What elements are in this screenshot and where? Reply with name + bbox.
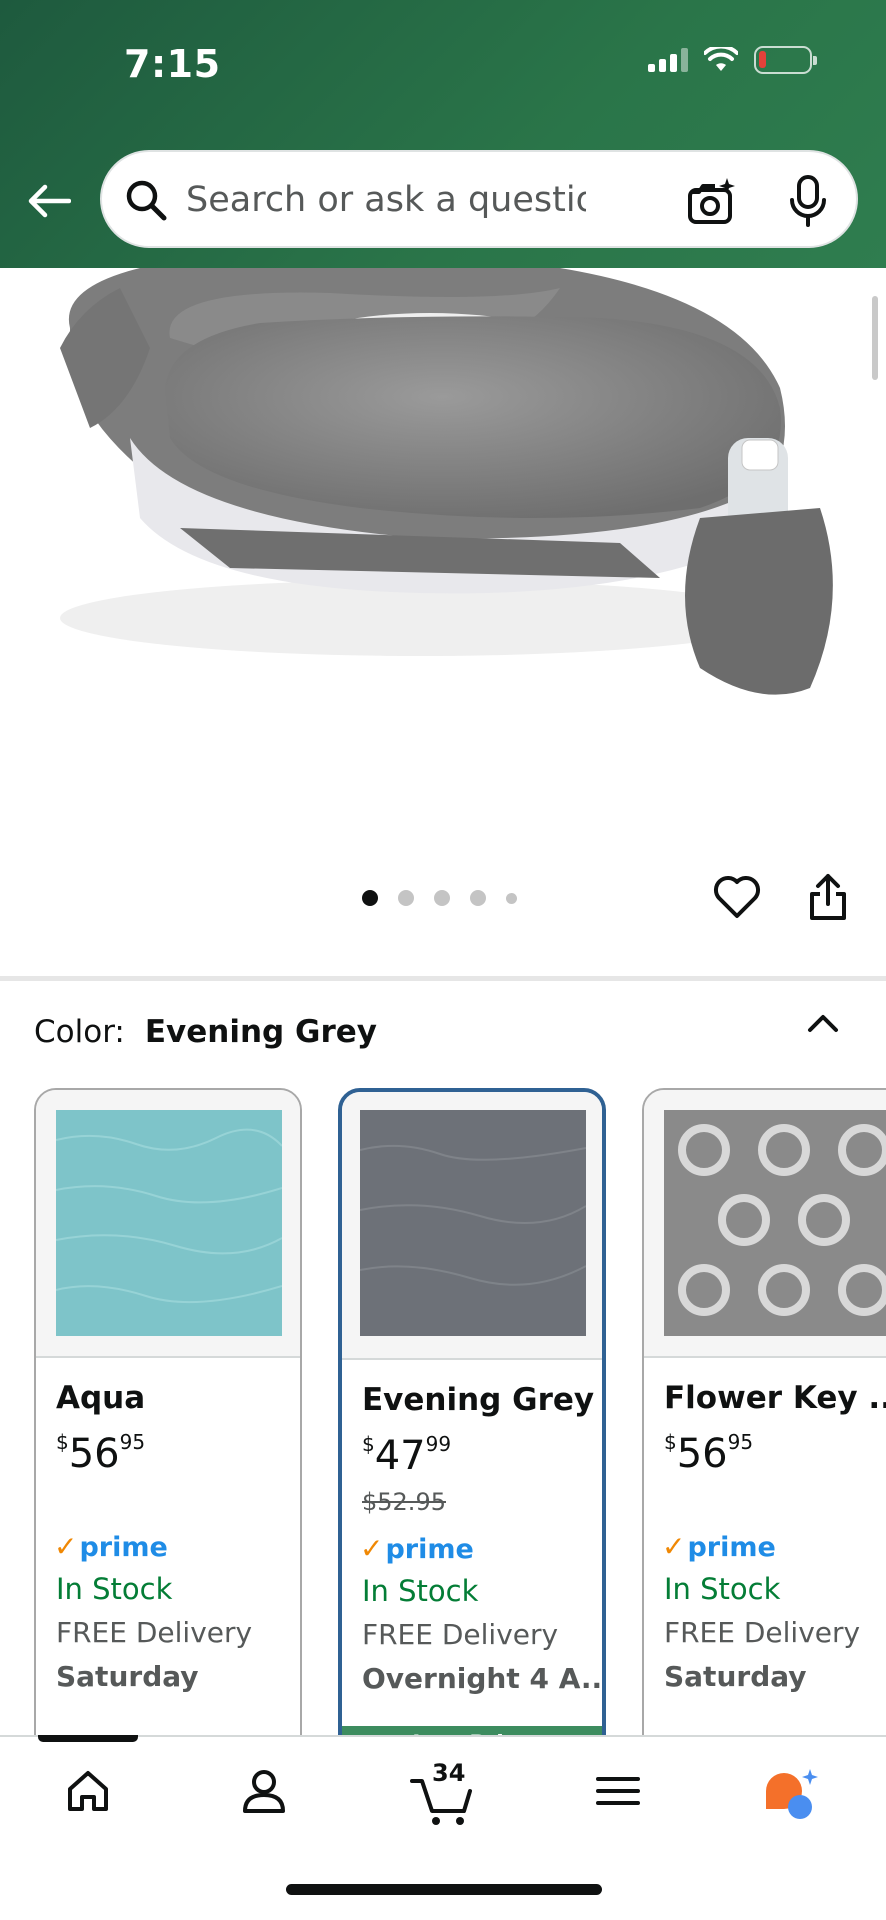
product-image[interactable] [0,268,886,828]
camera-search-icon[interactable] [685,176,737,228]
prime-badge: ✓ prime [54,1530,168,1563]
swatch-card-aqua[interactable]: Aqua $5695 ✓ prime In Stock FREE Delivery… [34,1088,302,1768]
prime-check-icon: ✓ [54,1530,78,1563]
battery-icon [754,46,817,74]
stock-status: In Stock [56,1572,173,1606]
back-button[interactable] [24,176,74,226]
header: 7:15 [0,0,886,268]
image-carousel-dots[interactable] [362,890,517,906]
swatch-image-area [644,1090,886,1358]
stock-status: In Stock [362,1574,479,1608]
chevron-up-icon[interactable] [806,1008,840,1038]
nursing-pillow-image [60,268,833,695]
carousel-dot[interactable] [398,890,414,906]
carousel-dot[interactable] [434,890,450,906]
grey-fabric-swatch [360,1110,586,1336]
search-input[interactable] [186,172,586,228]
scroll-indicator [872,296,878,380]
swatch-name: Aqua [56,1380,146,1416]
wifi-icon [704,47,738,71]
cart-icon[interactable] [410,1777,474,1827]
list-price: $52.95 [362,1488,446,1516]
delivery-text: FREE Delivery [362,1618,559,1651]
prime-badge: ✓ prime [360,1532,474,1565]
swatch-name: Evening Grey [362,1382,595,1418]
selected-color: Evening Grey [144,1014,377,1050]
share-icon[interactable] [806,872,850,922]
swatch-price: $5695 [56,1430,146,1477]
carousel-dot[interactable] [470,890,486,906]
search-bar[interactable] [100,150,858,248]
cellular-signal-icon [648,48,688,72]
flower-key-fabric-swatch [664,1110,886,1336]
home-indicator [286,1884,602,1895]
section-divider [0,976,886,981]
swatch-image-area [36,1090,300,1358]
swatch-price: $4799 [362,1432,452,1479]
delivery-day: Saturday [664,1660,807,1693]
swatch-name: Flower Key ... [664,1380,886,1416]
menu-icon[interactable] [596,1767,640,1815]
microphone-icon[interactable] [788,174,828,228]
delivery-text: FREE Delivery [664,1616,861,1649]
search-icon [126,180,167,221]
aqua-fabric-swatch [56,1110,282,1336]
heart-icon[interactable] [712,872,762,922]
delivery-day: Overnight 4 A... [362,1662,606,1695]
prime-check-icon: ✓ [662,1530,686,1563]
back-arrow-icon [28,184,71,218]
swatch-card-flower-key[interactable]: Flower Key ... $5695 ✓ prime In Stock FRE… [642,1088,886,1768]
swatch-card-evening-grey[interactable]: Evening Grey $4799 $52.95 ✓ prime In Stoc… [338,1088,606,1768]
color-label: Color: [34,1014,125,1050]
stock-status: In Stock [664,1572,781,1606]
home-icon[interactable] [64,1767,112,1815]
prime-badge: ✓ prime [662,1530,776,1563]
color-selector-header: Color: Evening Grey [34,1014,377,1050]
rufus-assistant-icon[interactable] [762,1767,822,1823]
delivery-text: FREE Delivery [56,1616,253,1649]
status-time: 7:15 [124,42,221,86]
delivery-day: Saturday [56,1660,199,1693]
swatch-image-area [342,1092,602,1360]
prime-check-icon: ✓ [360,1532,384,1565]
account-icon[interactable] [240,1767,288,1815]
carousel-dot[interactable] [362,890,378,906]
active-tab-indicator [38,1735,138,1742]
carousel-dot[interactable] [506,892,517,904]
swatch-price: $5695 [664,1430,754,1477]
status-icons [648,46,817,74]
